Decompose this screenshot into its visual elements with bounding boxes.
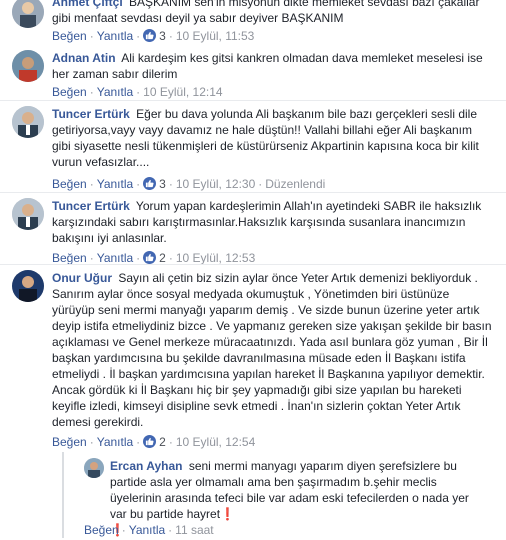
comment-author[interactable]: Ercan Ayhan [110, 459, 182, 473]
avatar[interactable] [12, 198, 44, 230]
like-button[interactable]: Beğen [84, 523, 119, 537]
exclamation-mark-icon: ❗ [220, 507, 236, 521]
comment-item: Adnan Atin Ali kardeşim kes gitsi kankre… [0, 50, 506, 104]
avatar[interactable] [84, 458, 104, 478]
avatar[interactable] [12, 106, 44, 138]
comment-text: Sayın ali çetin biz sizin aylar önce Yet… [52, 271, 492, 429]
comment-item: Tuncer Ertürk Yorum yapan kardeşlerimin … [0, 198, 506, 266]
divider [0, 192, 506, 193]
comment-actions: Beğen · Yanıtla · 11 saat [84, 523, 214, 537]
comment-time[interactable]: 10 Eylül, 12:53 [176, 251, 255, 265]
comment-time[interactable]: 11 saat [175, 523, 213, 537]
divider [0, 100, 506, 101]
like-count[interactable]: 3 [159, 177, 166, 191]
like-button[interactable]: Beğen [52, 85, 87, 99]
reply-button[interactable]: Yanıtla [97, 251, 133, 265]
comment-time[interactable]: 10 Eylül, 12:14 [143, 85, 222, 99]
like-thumb-icon [143, 251, 157, 264]
comment-actions: Beğen · Yanıtla · 3 · 10 Eylül, 11:53 [52, 29, 255, 43]
divider [0, 264, 506, 265]
comment-actions: Beğen · Yanıtla · 2 · 10 Eylül, 12:54 [52, 435, 256, 449]
like-button[interactable]: Beğen [52, 435, 87, 449]
like-count[interactable]: 2 [159, 435, 166, 449]
avatar[interactable] [12, 50, 44, 82]
comment-time[interactable]: 10 Eylül, 12:30 [176, 177, 255, 191]
reply-item: Ercan Ayhan seni mermi manyagı yaparım d… [0, 458, 506, 538]
reply-button[interactable]: Yanıtla [97, 435, 133, 449]
like-count[interactable]: 3 [159, 29, 166, 43]
comment-author[interactable]: Tuncer Ertürk [52, 199, 130, 213]
reply-button[interactable]: Yanıtla [97, 177, 133, 191]
comment-author[interactable]: Onur Uğur [52, 271, 112, 285]
like-count[interactable]: 2 [159, 251, 166, 265]
comment-item: Ahmet Çiftçi BAŞKANIM sen'in misyonun di… [0, 0, 506, 43]
like-thumb-icon [143, 435, 157, 448]
comment-time[interactable]: 10 Eylül, 11:53 [176, 29, 255, 43]
comment-actions: Beğen · Yanıtla · 10 Eylül, 12:14 [52, 85, 223, 99]
comment-actions: Beğen · Yanıtla · 3 · 10 Eylül, 12:30 · Düzenlen… [52, 177, 326, 191]
like-button[interactable]: Beğen [52, 251, 87, 265]
reply-button[interactable]: Yanıtla [97, 29, 133, 43]
reply-button[interactable]: Yanıtla [97, 85, 133, 99]
like-thumb-icon [143, 29, 157, 42]
comment-item: Onur Uğur Sayın ali çetin biz sizin ayla… [0, 270, 506, 452]
like-button[interactable]: Beğen [52, 29, 87, 43]
comment-text: Ali kardeşim kes gitsi kankren olmadan d… [52, 51, 483, 81]
comment-author[interactable]: Tuncer Ertürk [52, 107, 130, 121]
comment-author[interactable]: Adnan Atin [52, 51, 116, 65]
reply-button[interactable]: Yanıtla [129, 523, 165, 537]
comment-time[interactable]: 10 Eylül, 12:54 [176, 435, 255, 449]
comment-item: Tuncer Ertürk Eğer bu dava yolunda Ali b… [0, 106, 506, 196]
comment-author[interactable]: Ahmet Çiftçi [52, 0, 123, 9]
like-thumb-icon [143, 177, 157, 190]
avatar[interactable] [12, 0, 44, 28]
like-button[interactable]: Beğen [52, 177, 87, 191]
edited-label[interactable]: Düzenlendi [265, 177, 325, 191]
avatar[interactable] [12, 270, 44, 302]
